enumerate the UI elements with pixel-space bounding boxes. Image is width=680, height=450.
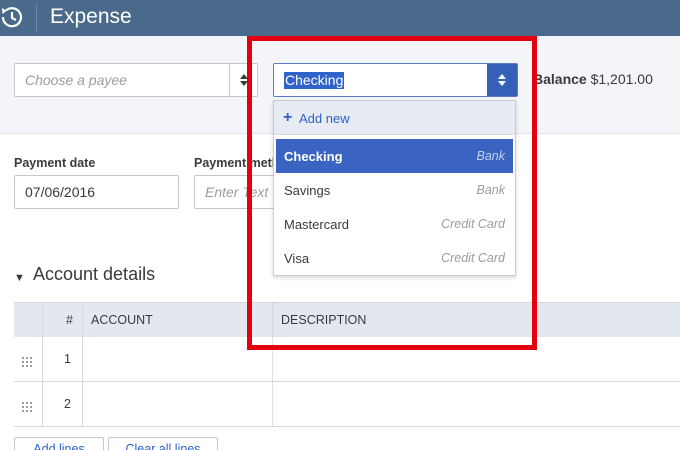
drag-handle-icon[interactable] [22, 399, 34, 412]
payee-input[interactable] [15, 64, 229, 96]
dropdown-option-savings[interactable]: Savings Bank [274, 173, 515, 207]
dropdown-option-mastercard[interactable]: Mastercard Credit Card [274, 207, 515, 241]
add-new-label: Add new [299, 111, 350, 126]
option-name: Checking [284, 149, 343, 164]
clear-all-lines-button[interactable]: Clear all lines [108, 437, 218, 450]
option-name: Visa [284, 251, 310, 266]
option-name: Mastercard [284, 217, 350, 232]
title-bar: Expense [0, 0, 680, 36]
add-lines-button[interactable]: Add lines [14, 437, 104, 450]
table-header: # ACCOUNT DESCRIPTION [14, 303, 680, 337]
option-name: Savings [284, 183, 331, 198]
account-dropdown-button[interactable] [487, 64, 517, 96]
plus-icon: + [283, 109, 293, 126]
payee-dropdown-button[interactable] [229, 64, 257, 96]
option-type: Bank [476, 183, 506, 197]
balance-display: Balance $1,201.00 [533, 71, 653, 87]
up-down-arrows-icon [498, 74, 506, 86]
row-number: 1 [64, 352, 71, 366]
payment-date-label: Payment date [14, 156, 96, 170]
column-divider [42, 303, 43, 427]
option-type: Credit Card [441, 251, 505, 265]
dropdown-option-checking[interactable]: Checking Bank [276, 139, 513, 173]
account-details-title-text: Account details [33, 264, 156, 284]
table-row[interactable]: 2 [14, 382, 680, 427]
payment-method-field[interactable]: Enter Text [194, 175, 284, 209]
balance-amount: $1,201.00 [590, 71, 653, 87]
dropdown-option-visa[interactable]: Visa Credit Card [274, 241, 515, 275]
title-divider [36, 4, 37, 32]
row-number: 2 [64, 397, 71, 411]
add-new-option[interactable]: + Add new [274, 101, 515, 135]
account-select-value[interactable]: Checking [284, 72, 345, 89]
account-dropdown-menu: + Add new Checking Bank Savings Bank Mas… [273, 100, 516, 276]
column-divider [272, 303, 273, 427]
payment-date-field[interactable]: 07/06/2016 [14, 175, 179, 209]
column-header-account[interactable]: ACCOUNT [91, 313, 153, 327]
option-type: Credit Card [441, 217, 505, 231]
up-down-arrows-icon [239, 74, 248, 86]
option-type: Bank [476, 149, 506, 163]
column-header-number[interactable]: # [66, 313, 73, 327]
table-row[interactable]: 1 [14, 337, 680, 382]
drag-handle-icon[interactable] [22, 354, 34, 367]
page-title: Expense [50, 5, 132, 28]
account-details-table: # ACCOUNT DESCRIPTION 1 2 [14, 302, 680, 427]
payment-method-label: Payment meth [194, 156, 280, 170]
payee-selector[interactable] [14, 63, 258, 97]
column-header-description[interactable]: DESCRIPTION [281, 313, 366, 327]
account-details-title[interactable]: Account details [14, 264, 155, 285]
account-select[interactable]: Checking [273, 63, 518, 97]
balance-label: Balance [533, 71, 587, 87]
history-clock-icon[interactable] [0, 4, 26, 30]
column-divider [82, 303, 83, 427]
